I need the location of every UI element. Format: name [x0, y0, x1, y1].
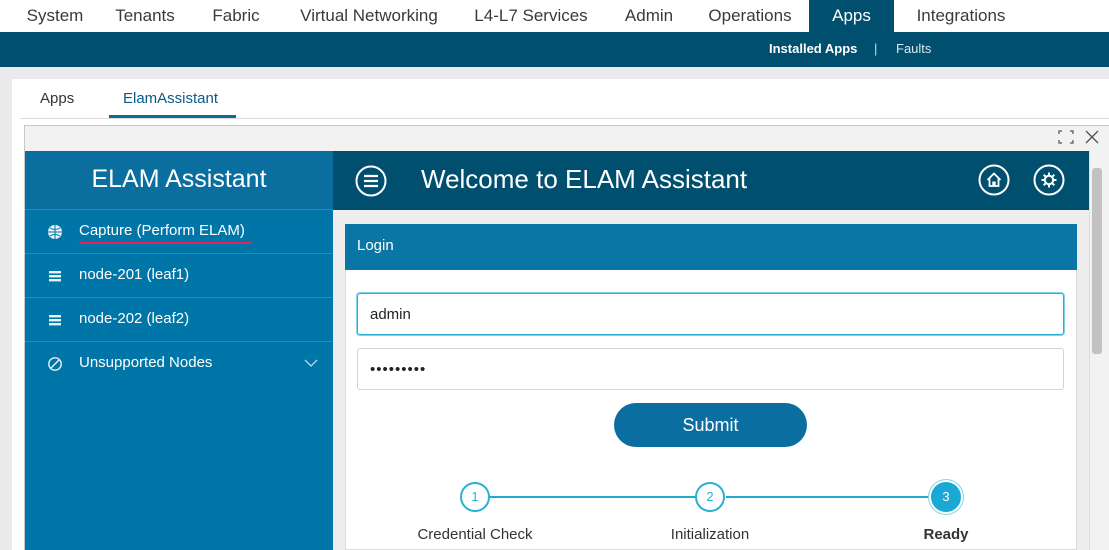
apptab-elamassistant[interactable]: ElamAssistant: [123, 79, 218, 117]
step-2-circle: 2: [695, 482, 725, 512]
step-connector: [490, 496, 696, 498]
subnav-faults[interactable]: Faults: [896, 32, 931, 67]
sidebar-item-label: node-202 (leaf2): [79, 310, 190, 327]
step-1-circle: 1: [460, 482, 490, 512]
password-input[interactable]: [357, 348, 1064, 390]
tab-operations[interactable]: Operations: [696, 0, 804, 32]
subnav-separator: |: [874, 41, 878, 56]
sidebar-item-node-201[interactable]: node-201 (leaf1): [25, 254, 333, 298]
username-input[interactable]: [357, 293, 1064, 335]
scrollbar-thumb[interactable]: [1092, 168, 1102, 354]
top-nav: System Tenants Fabric Virtual Networking…: [0, 0, 1109, 32]
tab-integrations[interactable]: Integrations: [902, 0, 1020, 32]
tab-l4-l7-services[interactable]: L4-L7 Services: [462, 0, 600, 32]
close-icon[interactable]: [1083, 128, 1101, 146]
tab-virtual-networking[interactable]: Virtual Networking: [286, 0, 452, 32]
step-connector: [726, 496, 930, 498]
chevron-down-icon[interactable]: [303, 357, 319, 369]
no-entry-icon: [48, 357, 62, 371]
tab-divider: [20, 118, 1109, 119]
server-icon: [49, 315, 61, 326]
sidebar-item-node-202[interactable]: node-202 (leaf2): [25, 298, 333, 342]
tab-fabric[interactable]: Fabric: [196, 0, 276, 32]
home-icon[interactable]: [978, 164, 1010, 196]
step-2-label: Initialization: [670, 526, 750, 543]
tab-admin[interactable]: Admin: [612, 0, 686, 32]
tab-apps[interactable]: Apps: [809, 0, 894, 32]
step-3-circle: 3: [931, 482, 961, 512]
apptab-apps[interactable]: Apps: [40, 79, 74, 117]
sidebar-item-label: node-201 (leaf1): [79, 266, 190, 283]
step-1-label: Credential Check: [417, 526, 533, 543]
step-3-label: Ready: [923, 526, 969, 543]
globe-icon: [48, 225, 62, 239]
login-header: Login: [345, 224, 1077, 270]
active-item-indicator: [79, 242, 252, 244]
subnav-installed-apps[interactable]: Installed Apps: [769, 32, 857, 67]
sidebar-item-label: Unsupported Nodes: [79, 354, 213, 371]
expand-icon[interactable]: [1058, 130, 1074, 144]
sidebar-item-label: Capture (Perform ELAM): [79, 222, 245, 239]
page-title: Welcome to ELAM Assistant: [421, 164, 748, 194]
frame-toolbar: [25, 126, 1109, 151]
sidebar-item-capture[interactable]: Capture (Perform ELAM): [25, 210, 333, 254]
submit-button[interactable]: Submit: [614, 403, 807, 447]
menu-icon[interactable]: [355, 165, 387, 197]
sidebar-item-unsupported-nodes[interactable]: Unsupported Nodes: [25, 342, 333, 386]
sidebar-title: ELAM Assistant: [25, 151, 333, 210]
gear-icon[interactable]: [1033, 164, 1065, 196]
tab-tenants[interactable]: Tenants: [104, 0, 186, 32]
tab-system[interactable]: System: [12, 0, 98, 32]
server-icon: [49, 271, 61, 282]
sub-nav: Installed Apps | Faults: [0, 32, 1109, 67]
